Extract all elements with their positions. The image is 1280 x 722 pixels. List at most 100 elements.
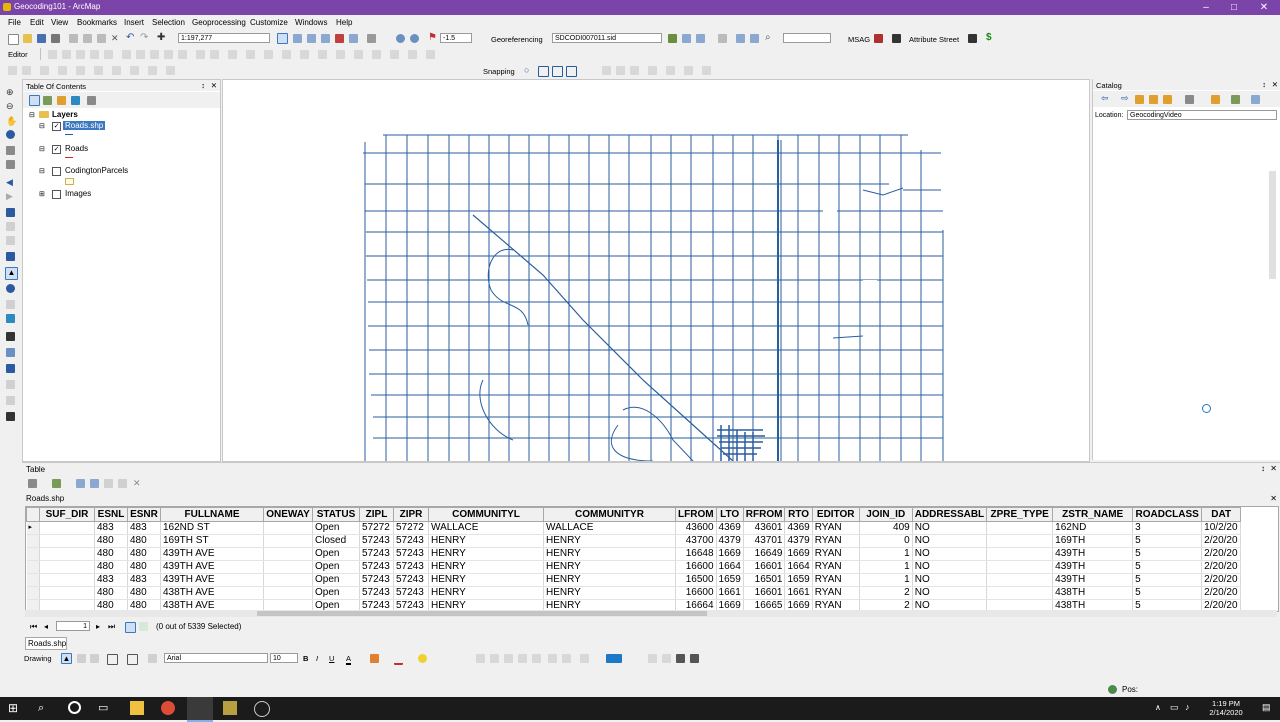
table-cell[interactable] <box>263 560 313 574</box>
catalog-window-icon[interactable] <box>307 34 316 43</box>
file-explorer-icon[interactable] <box>130 701 144 715</box>
column-header[interactable]: ZIPL <box>359 507 394 522</box>
location-combo[interactable]: GeocodingVideo <box>1127 110 1277 120</box>
clock-date[interactable]: 2/14/2020 <box>1206 708 1246 717</box>
list-by-selection-icon[interactable] <box>71 96 80 105</box>
chrome-icon[interactable] <box>161 701 175 715</box>
delete-icon[interactable]: ✕ <box>111 34 120 43</box>
map-view[interactable] <box>222 79 1090 462</box>
layer-visibility-checkbox[interactable] <box>52 167 61 176</box>
redo-icon[interactable]: ↷ <box>140 33 149 43</box>
table-cell[interactable]: 162ND ST <box>160 521 264 535</box>
volume-icon[interactable]: ♪ <box>1185 702 1190 712</box>
expand-icon[interactable]: ⊞ <box>39 190 45 198</box>
html-popup-icon[interactable] <box>6 314 15 323</box>
column-header[interactable]: ONEWAY <box>263 507 313 522</box>
magnifier-window-icon[interactable] <box>736 34 745 43</box>
row-selector[interactable] <box>26 573 40 587</box>
endpoint-arc-icon[interactable] <box>90 50 99 59</box>
edge-snapping-icon[interactable] <box>566 66 577 77</box>
marker-color-icon[interactable] <box>418 654 427 663</box>
fixed-zoom-in-icon[interactable] <box>6 146 15 155</box>
layer-name[interactable]: Roads.shp <box>63 121 106 130</box>
select-by-rectangle-icon[interactable] <box>6 252 15 261</box>
column-header[interactable]: STATUS <box>312 507 360 522</box>
georef-tool-6-icon[interactable] <box>684 66 693 75</box>
table-cell[interactable]: 16601 <box>743 560 786 574</box>
menu-edit[interactable]: Edit <box>30 18 44 27</box>
select-elements-tool-icon[interactable]: ▲ <box>61 653 72 664</box>
column-header[interactable]: RTO <box>784 507 813 522</box>
road-network-map[interactable] <box>223 80 1089 462</box>
table-cell[interactable]: 1669 <box>784 547 813 561</box>
table-cell[interactable] <box>986 573 1054 587</box>
layout-tool-10-icon[interactable] <box>662 654 671 663</box>
attribute-street-label[interactable]: Attribute Street <box>909 35 959 44</box>
show-all-records-icon[interactable] <box>125 622 136 633</box>
world-icon[interactable] <box>410 34 419 43</box>
rectangle-tool-icon[interactable] <box>107 654 118 665</box>
layout-tool-2-icon[interactable] <box>490 654 499 663</box>
table-cell[interactable]: 1659 <box>784 573 813 587</box>
table-cell[interactable]: HENRY <box>543 586 676 600</box>
table-cell[interactable]: HENRY <box>428 534 544 548</box>
table-cell[interactable] <box>986 521 1054 535</box>
font-size-combo[interactable]: 10 <box>270 653 298 663</box>
column-header[interactable]: ZPRE_TYPE <box>986 507 1054 522</box>
point-snapping-icon[interactable]: ○ <box>524 66 533 75</box>
table-cell[interactable]: 57243 <box>393 586 429 600</box>
table-cell[interactable]: 483 <box>94 573 128 587</box>
italic-button[interactable]: I <box>316 654 318 663</box>
up-folder-icon[interactable] <box>1135 95 1144 104</box>
network-icon[interactable]: ▭ <box>1170 702 1179 713</box>
toc-options-icon[interactable] <box>87 96 96 105</box>
table-cell[interactable]: 1661 <box>784 586 813 600</box>
table-cell[interactable]: NO <box>912 547 988 561</box>
layout-tool-4-icon[interactable] <box>518 654 527 663</box>
menu-insert[interactable]: Insert <box>124 18 144 27</box>
zoom-to-elements-icon[interactable] <box>90 654 99 663</box>
collapse-icon[interactable]: ⊟ <box>39 145 45 153</box>
pan-icon[interactable]: ✋ <box>6 117 17 126</box>
create-viewer-icon[interactable] <box>6 412 15 421</box>
extend-icon[interactable] <box>318 50 327 59</box>
table-cell[interactable]: 16600 <box>675 560 717 574</box>
spatial-adjust-icon[interactable] <box>408 50 417 59</box>
notifications-icon[interactable]: ▤ <box>1262 702 1271 713</box>
layer-visibility-checkbox[interactable] <box>52 190 61 199</box>
catalog-close-icon[interactable]: ✕ <box>1272 80 1278 89</box>
table-cell[interactable]: 1661 <box>716 586 744 600</box>
menu-geoprocessing[interactable]: Geoprocessing <box>192 18 246 27</box>
cut-icon[interactable] <box>69 34 78 43</box>
new-folder-icon[interactable] <box>1211 95 1220 104</box>
layout-tool-9-icon[interactable] <box>648 654 657 663</box>
viewer-window-icon[interactable] <box>6 396 15 405</box>
map-topology-icon[interactable] <box>22 66 31 75</box>
select-elements-icon[interactable] <box>6 236 15 245</box>
new-document-icon[interactable] <box>8 34 19 45</box>
modelbuilder-icon[interactable] <box>367 34 376 43</box>
record-number-field[interactable]: 1 <box>56 621 90 631</box>
table-cell[interactable]: RYAN <box>812 547 860 561</box>
menu-view[interactable]: View <box>51 18 68 27</box>
pointer-tool-icon[interactable]: ▲ <box>5 267 18 280</box>
rotate-icon[interactable] <box>696 34 705 43</box>
edit-vertices-drawing-icon[interactable] <box>148 654 157 663</box>
validate-icon[interactable] <box>40 66 49 75</box>
table-cell[interactable]: 1669 <box>716 547 744 561</box>
table-cell[interactable]: 1659 <box>716 573 744 587</box>
table-cell[interactable] <box>986 586 1054 600</box>
row-selector[interactable] <box>26 586 40 600</box>
layout-tool-11-icon[interactable] <box>676 654 685 663</box>
table-cell[interactable] <box>39 521 95 535</box>
last-record-icon[interactable]: ⏭ <box>108 622 115 632</box>
select-by-attributes-icon[interactable] <box>76 479 85 488</box>
back-icon[interactable]: ⇦ <box>1101 94 1110 103</box>
toc-close-icon[interactable]: ✕ <box>211 81 217 90</box>
table-cell[interactable]: 438TH AVE <box>160 586 264 600</box>
split-tool-icon[interactable] <box>164 50 173 59</box>
table-cell[interactable]: 2/20/20 <box>1201 586 1242 600</box>
table-cell[interactable]: 43700 <box>675 534 717 548</box>
layout-tool-7-icon[interactable] <box>562 654 571 663</box>
identify-results-icon[interactable] <box>718 34 727 43</box>
